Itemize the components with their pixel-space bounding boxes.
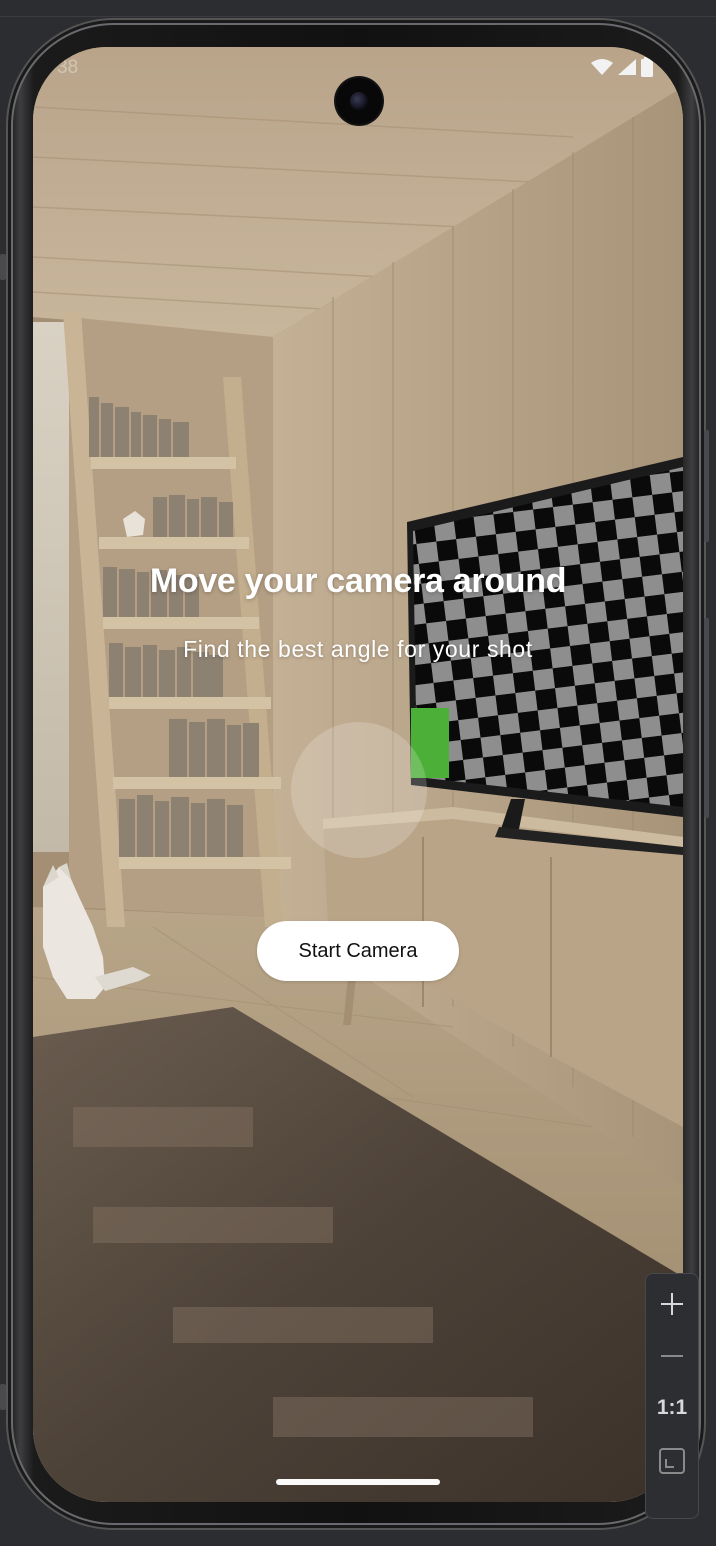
- page-title: Move your camera around: [149, 562, 567, 600]
- fit-screen-button[interactable]: [646, 1444, 698, 1478]
- page-subtitle: Find the best angle for your shot: [183, 636, 533, 662]
- wifi-icon: [591, 59, 613, 75]
- start-camera-button[interactable]: Start Camera: [257, 921, 459, 981]
- power-button: [0, 254, 6, 280]
- front-camera-cutout: [336, 78, 382, 124]
- side-bezel-marker: [0, 1384, 6, 1410]
- signal-icon: [618, 59, 636, 75]
- battery-icon: [641, 57, 653, 77]
- emulator-stage: 38 Move your camera around Find the best…: [0, 0, 716, 1546]
- touch-indicator: [291, 722, 427, 858]
- camera-lens-icon: [350, 92, 368, 110]
- fit-screen-icon: [659, 1448, 685, 1474]
- zoom-in-button[interactable]: [646, 1288, 698, 1320]
- volume-button: [704, 430, 709, 542]
- minus-icon: [661, 1355, 683, 1357]
- home-indicator[interactable]: [276, 1479, 440, 1485]
- phone-screen: 38 Move your camera around Find the best…: [33, 47, 683, 1502]
- emulator-bottom-strip: [0, 1532, 716, 1546]
- status-time: 38: [57, 57, 79, 78]
- zoom-controls-panel: 1:1: [645, 1273, 699, 1519]
- emulator-toolbar-strip: [0, 0, 716, 17]
- plus-icon: [661, 1293, 683, 1315]
- status-icons: [591, 57, 653, 77]
- volume-button-lower: [704, 618, 709, 818]
- zoom-out-button[interactable]: [646, 1340, 698, 1372]
- zoom-ratio-button[interactable]: 1:1: [646, 1392, 698, 1424]
